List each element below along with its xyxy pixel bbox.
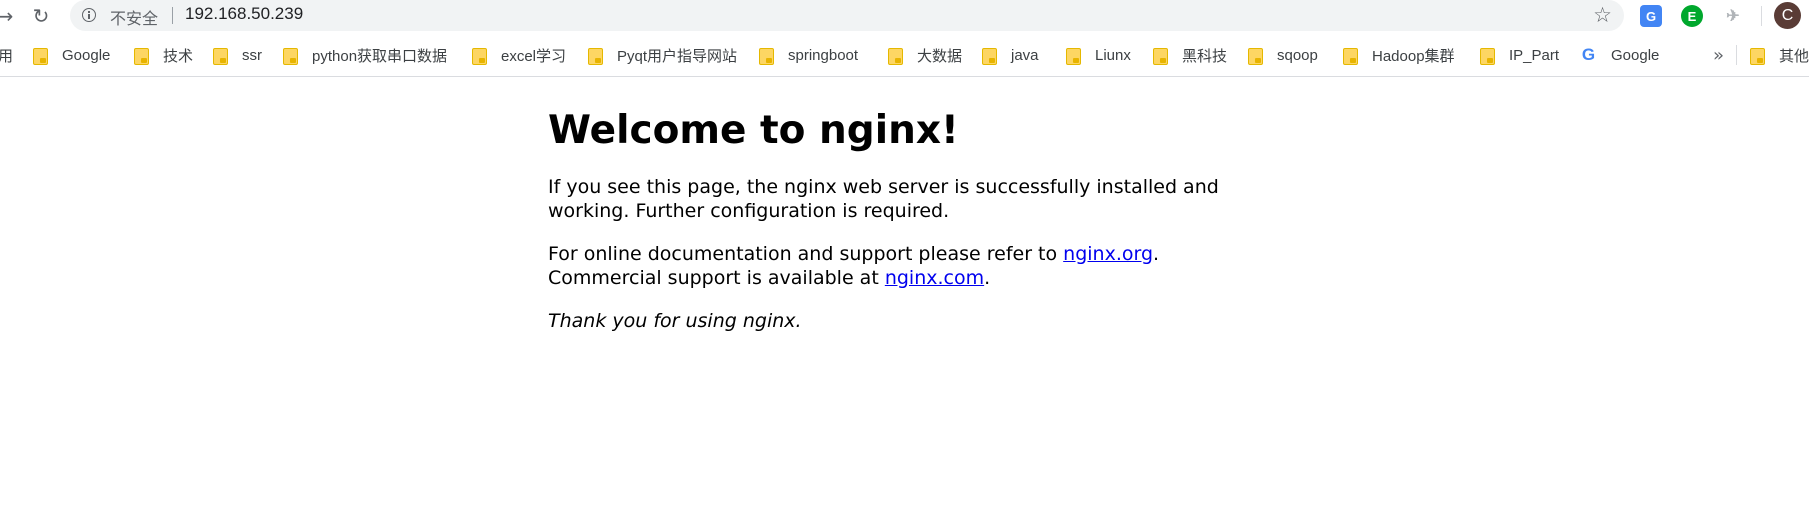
bookmark-folder-google[interactable]: Google [33,34,110,76]
bird-extension-label: ✈ [1726,8,1740,25]
bookmark-google-link[interactable]: G Google [1580,34,1660,76]
folder-icon [888,47,903,65]
folder-icon [283,47,298,65]
install-message: If you see this page, the nginx web serv… [548,175,1219,222]
toolbar-divider [1761,6,1762,26]
bookmark-label: 其他 [1779,47,1809,65]
bookmark-label: java [1011,46,1039,64]
bookmark-folder-liunx[interactable]: Liunx [1066,34,1131,76]
folder-icon [1480,47,1495,65]
google-logo-icon: G [1581,45,1596,64]
folder-icon [1153,47,1168,65]
bookmark-folder-springboot[interactable]: springboot [759,34,858,76]
address-separator [172,7,173,24]
page-title: Welcome to nginx! [548,108,959,153]
bookmark-label: excel学习 [501,47,567,65]
bookmark-folder-java[interactable]: java [982,34,1039,76]
bookmark-folder-ssr[interactable]: ssr [213,34,262,76]
evernote-label: E [1687,8,1697,24]
bookmark-label: Google [1611,46,1660,64]
docs-text: For online documentation and support ple… [548,242,1064,265]
more-bookmarks-chevron-icon[interactable]: » [1713,34,1724,76]
bookmark-label: IP_Part [1509,46,1560,64]
bookmark-label: Liunx [1095,46,1131,64]
bookmark-label: Google [62,46,111,64]
bookmark-label: 黑科技 [1182,47,1228,65]
folder-icon [213,47,228,65]
bookmark-folder-ip-part[interactable]: IP_Part [1480,34,1559,76]
browser-toolbar: → ↻ 不安全 192.168.50.239 ☆ G E ✈ C [0,0,1809,32]
bookmark-folder-python[interactable]: python获取串口数据 [283,34,447,76]
avatar-letter: C [1781,6,1794,24]
nginx-org-link[interactable]: nginx.org [1063,243,1153,265]
bookmark-folder-hadoop[interactable]: Hadoop集群 [1343,34,1455,76]
nginx-welcome-page: Welcome to nginx! If you see this page, … [548,86,1228,352]
bookmark-label: python获取串口数据 [312,47,448,65]
commercial-text: Commercial support is available at [548,266,885,289]
folder-icon [759,47,774,65]
documentation-paragraph: For online documentation and support ple… [548,242,1228,290]
folder-icon [1066,47,1081,65]
folder-icon [1248,47,1263,65]
folder-icon [1750,47,1765,65]
bookmark-folder-pyqt[interactable]: Pyqt用户指导网站 [588,34,737,76]
bookmark-folder-apps[interactable]: 用 [0,34,13,76]
bookmark-label: 大数据 [917,47,963,65]
folder-icon [982,47,997,65]
google-translate-icon[interactable]: G [1640,5,1662,27]
folder-icon [134,47,149,65]
bookmarks-bar: 用 Google 技术 ssr python获取串口数据 excel学习 Pyq… [0,34,1809,77]
folder-icon [472,47,487,65]
bookmark-label: ssr [242,46,262,64]
bookmark-label: sqoop [1277,46,1318,64]
bookmark-folder-other[interactable]: 其他 [1750,34,1809,76]
period: . [984,266,991,289]
period: . [1153,242,1160,265]
bookmarks-divider [1736,45,1737,65]
google-translate-label: G [1645,8,1657,24]
back-arrow-icon[interactable]: → [0,3,18,29]
thanks-text: Thank you for using nginx. [548,309,802,332]
bookmark-folder-jishu[interactable]: 技术 [134,34,193,76]
bookmark-label: 技术 [163,47,194,65]
folder-icon [33,47,48,65]
bookmark-label: 用 [0,47,14,65]
folder-icon [588,47,603,65]
folder-icon [1343,47,1358,65]
security-status[interactable]: 不安全 [110,5,158,29]
bookmark-label: springboot [788,46,859,64]
thanks-paragraph: Thank you for using nginx. [548,309,1228,333]
evernote-icon[interactable]: E [1681,5,1703,27]
reload-icon[interactable]: ↻ [28,3,54,29]
bookmark-label: Hadoop集群 [1372,47,1455,65]
nginx-com-link[interactable]: nginx.com [885,267,984,289]
bookmark-label: Pyqt用户指导网站 [617,47,738,65]
bookmark-star-icon[interactable]: ☆ [1593,3,1612,27]
bookmark-folder-bigdata[interactable]: 大数据 [888,34,962,76]
url-text[interactable]: 192.168.50.239 [185,4,303,24]
bookmark-folder-excel[interactable]: excel学习 [472,34,566,76]
bookmark-folder-heikeji[interactable]: 黑科技 [1153,34,1227,76]
bird-extension-icon[interactable]: ✈ [1722,5,1744,27]
address-bar[interactable]: 不安全 192.168.50.239 ☆ [70,0,1624,31]
bookmark-folder-sqoop[interactable]: sqoop [1248,34,1318,76]
profile-avatar[interactable]: C [1774,2,1801,29]
info-icon[interactable] [82,8,96,22]
